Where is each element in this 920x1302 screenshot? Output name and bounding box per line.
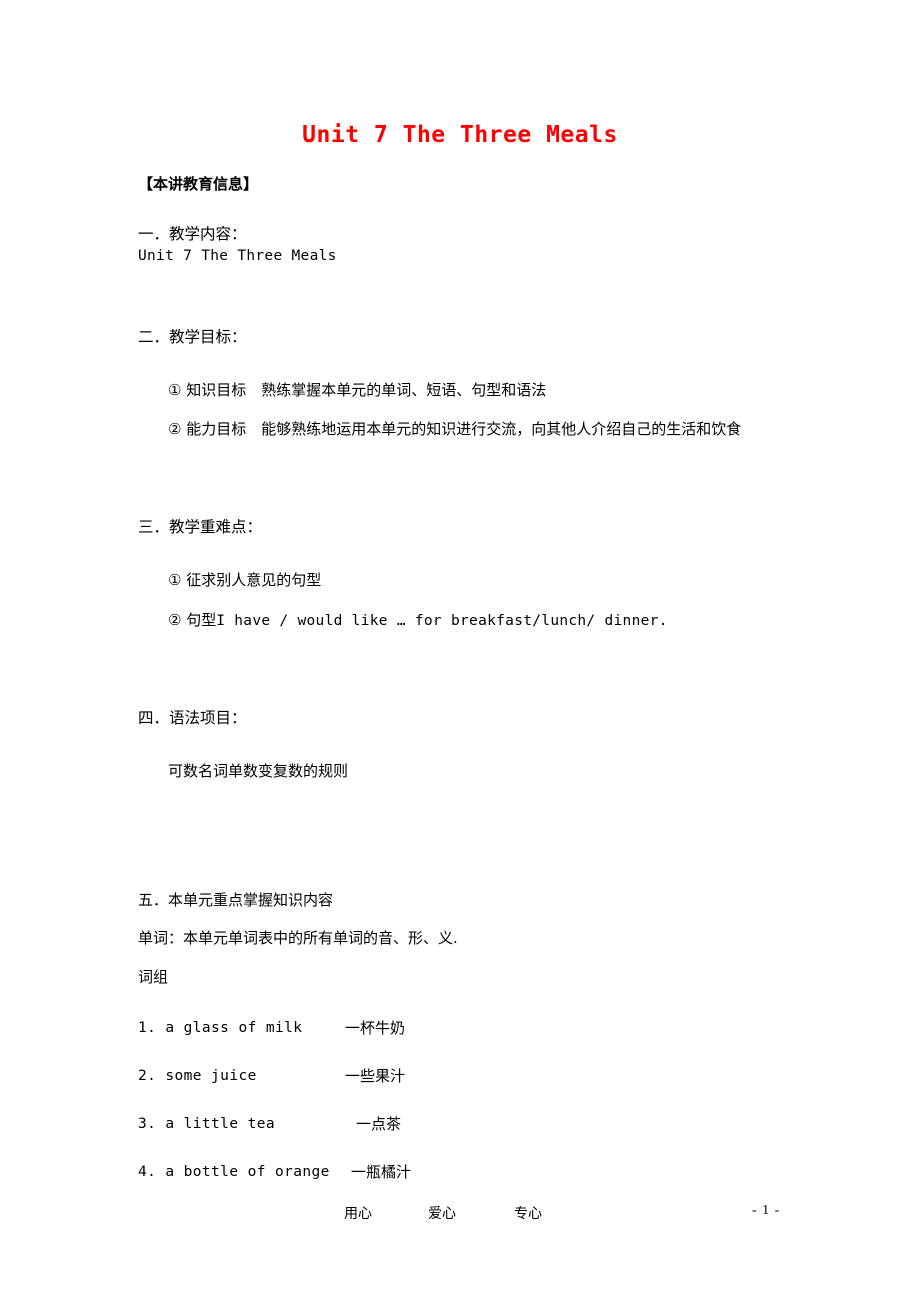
objective-ability: ② 能力目标 能够熟练地运用本单元的知识进行交流，向其他人介绍自己的生活和饮食 [168,420,742,439]
grammar-rule: 可数名词单数变复数的规则 [168,762,349,781]
section-two-heading: 二．教学目标： [138,327,782,349]
phrase-english-1: 2. some juice [138,1068,257,1085]
page-footer: 用心 爱心 专心 - 1 - [0,1203,920,1233]
section-three-number: 三． [138,518,170,537]
section-two-title: 教学目标： [169,328,247,347]
words-line: 单词：本单元单词表中的所有单词的音、形、义. [138,929,458,948]
phrase-english-3: 4. a bottle of orange [138,1164,330,1181]
section-one-number: 一． [138,225,170,244]
document-content: Unit 7 The Three Meals 【本讲教育信息】 一．教学内容： … [138,0,782,1210]
document-page: Unit 7 The Three Meals 【本讲教育信息】 一．教学内容： … [0,0,920,1302]
keypoint-one: ① 征求别人意见的句型 [168,571,322,590]
section-three-title: 教学重难点： [169,518,263,537]
list-item: 3. a little tea 一点茶 [138,1114,782,1162]
section-four-number: 四． [138,709,170,728]
page-number: - 1 - [752,1203,781,1218]
keypoint-two: ② 句型I have / would like … for breakfast/… [138,609,782,632]
footer-word-1: 用心 [344,1206,372,1222]
section-one-heading: 一．教学内容： [138,224,782,246]
footer-word-3: 专心 [514,1206,542,1222]
list-item: 2. some juice 一些果汁 [138,1066,782,1114]
section-four-title: 语法项目： [169,709,247,728]
keypoint-two-sentence: I have / would like … for breakfast/lunc… [216,612,668,629]
keypoint-two-prefix: ② 句型 [168,610,217,629]
section-four-heading: 四．语法项目： [138,708,782,730]
section-five-title: 本单元重点掌握知识内容 [168,890,334,909]
page-title: Unit 7 The Three Meals [302,122,618,148]
phrase-english-0: 1. a glass of milk [138,1020,303,1037]
section-one-title: 教学内容： [169,225,247,244]
section-five-number: 五． [138,890,169,909]
section-two-number: 二． [138,328,170,347]
phrase-chinese-3: 一瓶橘汁 [351,1163,412,1182]
phrase-chinese-2: 一点茶 [356,1115,402,1134]
section-three-heading: 三．教学重难点： [138,517,782,539]
phrase-english-2: 3. a little tea [138,1116,275,1133]
phrases-heading: 词组 [138,967,169,986]
phrase-chinese-0: 一杯牛奶 [345,1019,406,1038]
section-five-heading: 五．本单元重点掌握知识内容 [138,889,782,912]
phrase-list: 1. a glass of milk 一杯牛奶 2. some juice 一些… [138,1018,782,1210]
phrase-chinese-1: 一些果汁 [345,1067,406,1086]
section-one-body: Unit 7 The Three Meals [138,248,337,265]
footer-word-2: 爱心 [428,1206,456,1222]
list-item: 1. a glass of milk 一杯牛奶 [138,1018,782,1066]
info-heading: 【本讲教育信息】 [138,174,259,193]
objective-knowledge: ① 知识目标 熟练掌握本单元的单词、短语、句型和语法 [168,380,547,399]
